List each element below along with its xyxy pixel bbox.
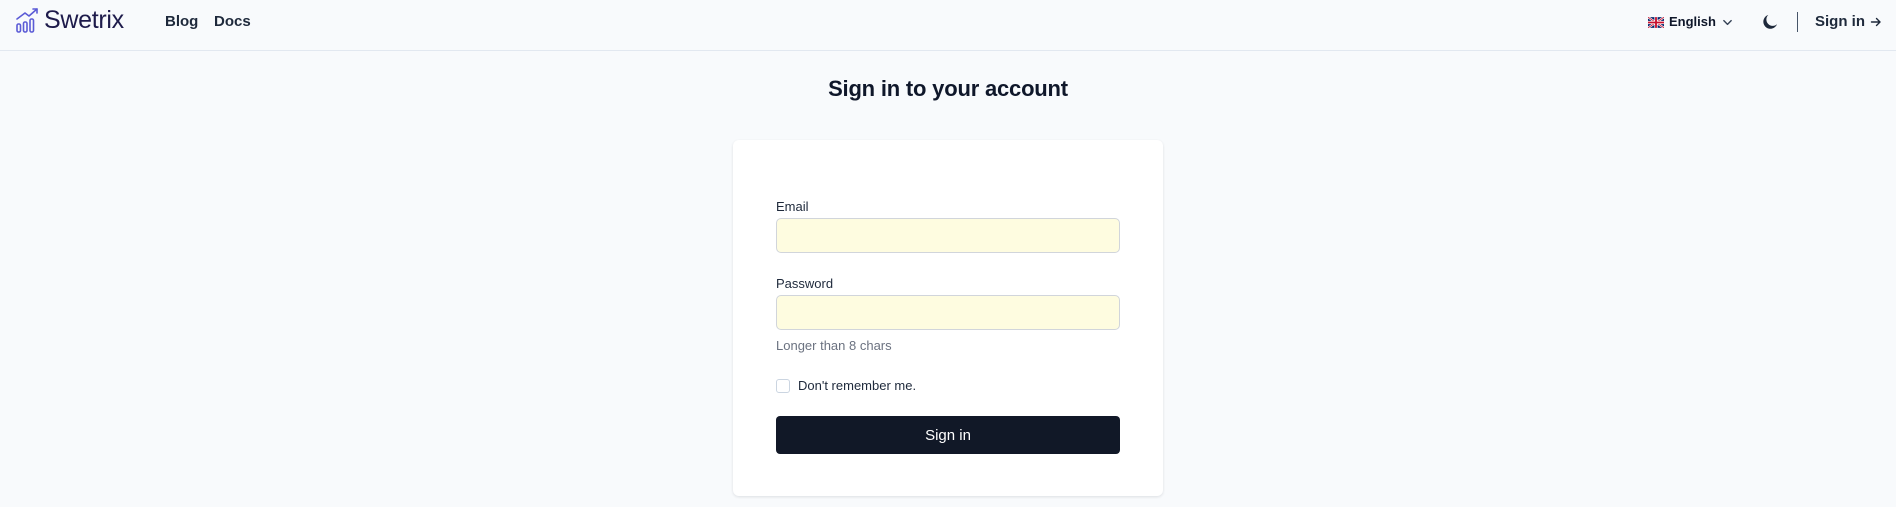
language-label: English xyxy=(1669,14,1716,29)
password-label: Password xyxy=(776,276,834,291)
email-field[interactable] xyxy=(776,218,1120,253)
arrow-right-icon xyxy=(1870,17,1881,27)
email-label: Email xyxy=(776,199,809,214)
brand-logo[interactable]: Swetrix xyxy=(16,6,124,34)
language-selector[interactable]: English xyxy=(1648,14,1733,30)
nav-blog-link[interactable]: Blog xyxy=(165,13,198,31)
header-signin-link[interactable]: Sign in xyxy=(1815,13,1882,31)
uk-flag-icon xyxy=(1648,16,1664,28)
remember-me-label[interactable]: Don't remember me. xyxy=(798,378,916,394)
nav-docs-link[interactable]: Docs xyxy=(214,13,251,31)
theme-toggle-button[interactable] xyxy=(1760,12,1780,37)
signin-submit-button[interactable]: Sign in xyxy=(776,416,1120,454)
moon-icon xyxy=(1763,14,1778,29)
nav-divider xyxy=(1797,12,1798,32)
remember-me-row[interactable]: Don't remember me. xyxy=(776,378,916,394)
top-nav: Swetrix Blog Docs English Sign in xyxy=(0,0,1896,51)
signin-form-card: Email Password Longer than 8 chars Don't… xyxy=(733,140,1163,496)
bar-chart-trend-icon xyxy=(16,8,38,33)
remember-me-checkbox[interactable] xyxy=(776,379,790,393)
password-hint: Longer than 8 chars xyxy=(776,338,892,353)
chevron-down-icon xyxy=(1723,19,1732,25)
brand-name: Swetrix xyxy=(44,6,124,34)
page-title: Sign in to your account xyxy=(828,76,1068,101)
password-field[interactable] xyxy=(776,295,1120,330)
header-signin-label: Sign in xyxy=(1815,13,1865,30)
